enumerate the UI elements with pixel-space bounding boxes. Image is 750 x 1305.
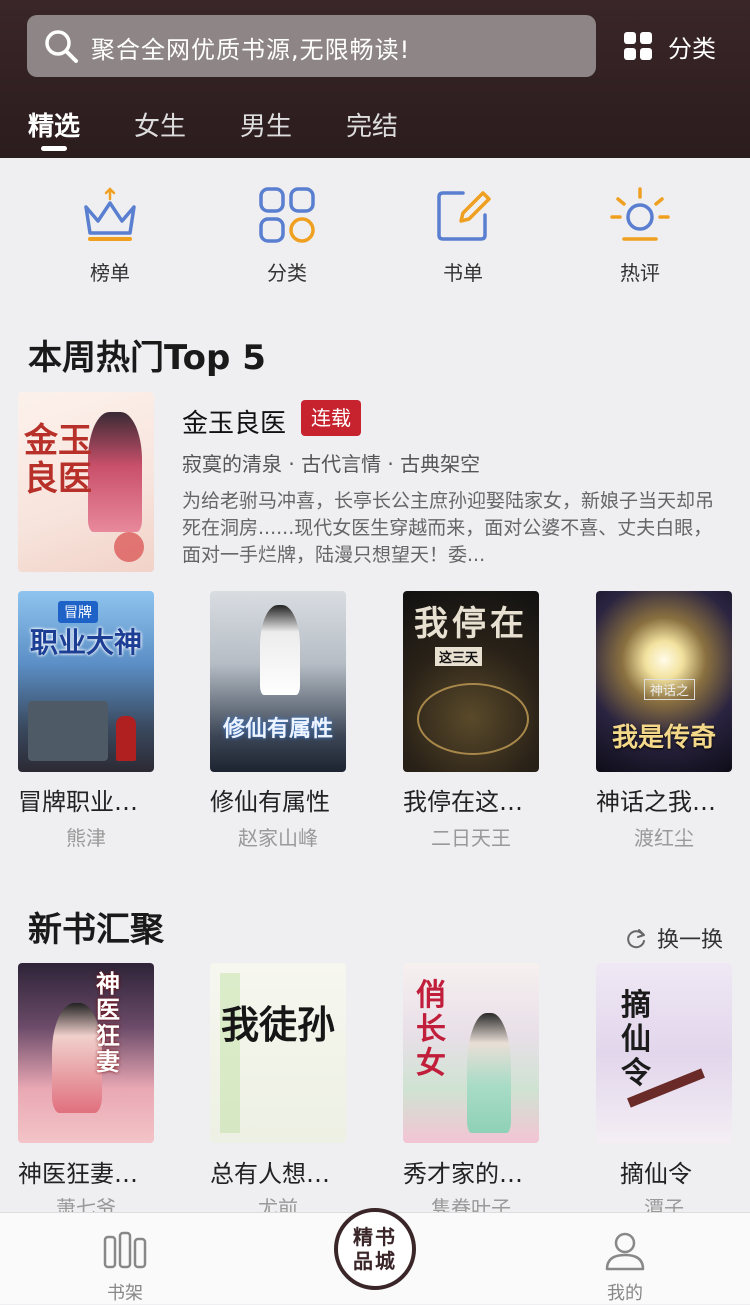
quick-link-ranking[interactable]: 榜单 [40,185,180,286]
quick-link-reviews[interactable]: 热评 [570,185,710,286]
book-cover[interactable]: 神话之 我是传奇 [596,591,732,772]
book-title[interactable]: 总有人想… [210,1154,390,1189]
book-cover[interactable]: 俏长女 [403,963,539,1143]
tab-bookshelf[interactable]: 书架 [80,1227,170,1305]
cover-title-art: 神医狂妻 [96,970,120,1076]
tab-bookshelf-label: 书架 [107,1283,143,1304]
featured-book-title[interactable]: 金玉良医 [182,403,286,440]
tab-completed[interactable]: 完结 [346,106,398,143]
crown-icon [84,187,136,241]
category-grid-icon [259,187,315,243]
channel-tabs: 精选 女生 男生 完结 [0,100,750,158]
cover-title-art: 我是传奇 [611,723,716,753]
search-bar[interactable]: 聚合全网优质书源,无限畅读! [27,15,596,77]
hot-section-title: 本周热门Top 5 [28,338,266,378]
book-title[interactable]: 秀才家的… [403,1154,583,1189]
book-author: 熊津 [66,826,106,850]
cover-tag: 冒牌 [58,601,98,623]
cover-title-art: 职业大神 [29,626,142,659]
quick-link-booklist[interactable]: 书单 [393,185,533,286]
book-title[interactable]: 摘仙令 [620,1154,750,1189]
sun-icon [610,187,670,241]
cover-tag: 神话之 [644,679,696,700]
tab-featured[interactable]: 精选 [28,106,80,143]
search-placeholder: 聚合全网优质书源,无限畅读! [91,36,411,64]
cover-tag: 这三天 [435,647,483,666]
refresh-button[interactable]: 换一换 [625,922,723,954]
book-cover[interactable]: 我停在 这三天 [403,591,539,772]
featured-cover-text: 金玉良医 [24,421,92,499]
bookstore-home-button[interactable]: 精书品城 [334,1208,416,1290]
featured-book-description: 为给老驸马冲喜，长亭长公主庶孙迎娶陆家女，新娘子当天却吊死在洞房......现代… [182,490,715,566]
book-title[interactable]: 我停在这… [403,782,583,817]
cover-title-art: 摘仙令 [621,988,651,1091]
book-cover[interactable]: 摘仙令 [596,963,732,1143]
book-title[interactable]: 修仙有属性 [210,782,390,817]
quick-link-category-label: 分类 [267,261,307,285]
featured-book-cover[interactable]: 金玉良医 [18,392,154,572]
quick-link-booklist-label: 书单 [443,261,483,285]
book-title[interactable]: 神话之我… [596,782,750,817]
category-button[interactable]: 分类 [622,25,716,67]
category-button-label: 分类 [668,34,716,63]
book-author: 渡红尘 [634,826,694,850]
cover-title-art: 俏长女 [416,978,446,1081]
book-author: 二日天王 [431,826,511,850]
book-cover[interactable]: 我徒孙 [210,963,346,1143]
top-header: 聚合全网优质书源,无限畅读! 分类 精选 女生 男生 完结 [0,0,750,158]
serializing-badge: 连载 [301,400,361,436]
tab-female[interactable]: 女生 [134,106,186,143]
book-cover[interactable]: 修仙有属性 [210,591,346,772]
quick-link-category[interactable]: 分类 [217,185,357,286]
book-title[interactable]: 冒牌职业… [18,782,198,817]
featured-book-meta: 寂寞的清泉 · 古代言情 · 古典架空 [182,452,481,476]
edit-icon [437,191,491,241]
bookshelf-icon [103,1231,147,1269]
refresh-label: 换一换 [657,928,724,953]
cover-title-art: 我徒孙 [220,1002,335,1047]
tab-male[interactable]: 男生 [240,106,292,143]
tab-profile[interactable]: 我的 [580,1227,670,1305]
active-tab-indicator [41,146,67,151]
refresh-icon [627,929,645,949]
grid-icon [624,32,652,60]
user-icon [605,1232,645,1271]
search-icon [45,30,78,63]
book-title[interactable]: 神医狂妻… [18,1154,198,1189]
new-section-title: 新书汇聚 [28,910,164,950]
quick-link-ranking-label: 榜单 [90,261,130,285]
cover-title-art: 修仙有属性 [222,717,333,742]
book-cover[interactable]: 神医狂妻 [18,963,154,1143]
bookstore-logo-text: 精书品城 [353,1225,397,1273]
quick-link-reviews-label: 热评 [620,261,660,285]
cover-title-art: 我停在 [414,604,528,644]
tab-profile-label: 我的 [607,1283,643,1304]
book-cover[interactable]: 冒牌 职业大神 [18,591,154,772]
book-author: 赵家山峰 [238,826,318,850]
